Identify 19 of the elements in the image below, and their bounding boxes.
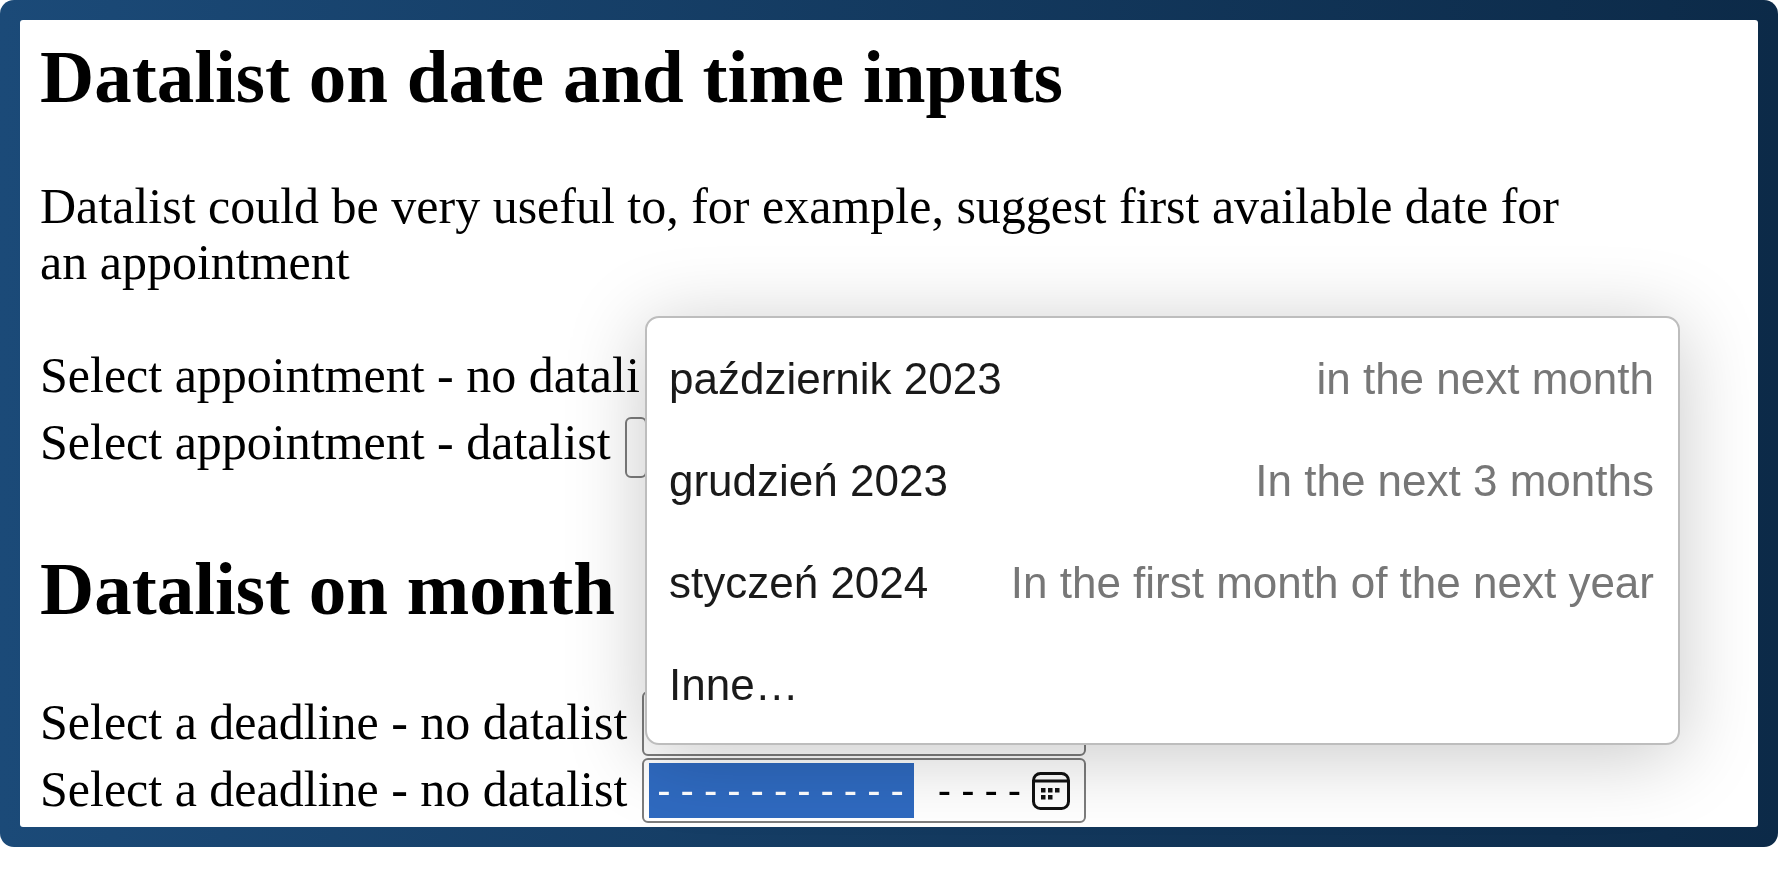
description-paragraph: Datalist could be very useful to, for example, suggest first available date for an appointment bbox=[40, 178, 1560, 290]
option-description: In the first month of the next year bbox=[1010, 558, 1654, 608]
dropdown-option[interactable]: grudzień 2023 In the next 3 months bbox=[669, 430, 1654, 532]
field-label: Select appointment - datalist bbox=[40, 413, 611, 472]
calendar-icon[interactable] bbox=[1032, 771, 1071, 810]
dropdown-option[interactable]: styczeń 2024 In the first month of the next year bbox=[669, 532, 1654, 634]
field-label: Select appointment - no datali bbox=[40, 346, 640, 405]
dropdown-option[interactable]: październik 2023 in the next month bbox=[669, 328, 1654, 430]
date-segment[interactable]: ----------- bbox=[649, 763, 914, 818]
option-description: In the next 3 months bbox=[1255, 456, 1654, 506]
date-input-field[interactable] bbox=[624, 417, 647, 478]
month-input-field[interactable]: ----------- ---- bbox=[642, 758, 1087, 823]
dropdown-option[interactable]: Inne… bbox=[669, 634, 1654, 736]
section-heading: Datalist on date and time inputs bbox=[40, 34, 1064, 120]
date-segment[interactable]: ---- bbox=[937, 763, 1032, 818]
field-label: Select a deadline - no datalist bbox=[40, 693, 628, 752]
field-label: Select a deadline - no datalist bbox=[40, 760, 628, 819]
section-heading: Datalist on month bbox=[40, 546, 616, 632]
option-description: in the next month bbox=[1316, 354, 1654, 404]
